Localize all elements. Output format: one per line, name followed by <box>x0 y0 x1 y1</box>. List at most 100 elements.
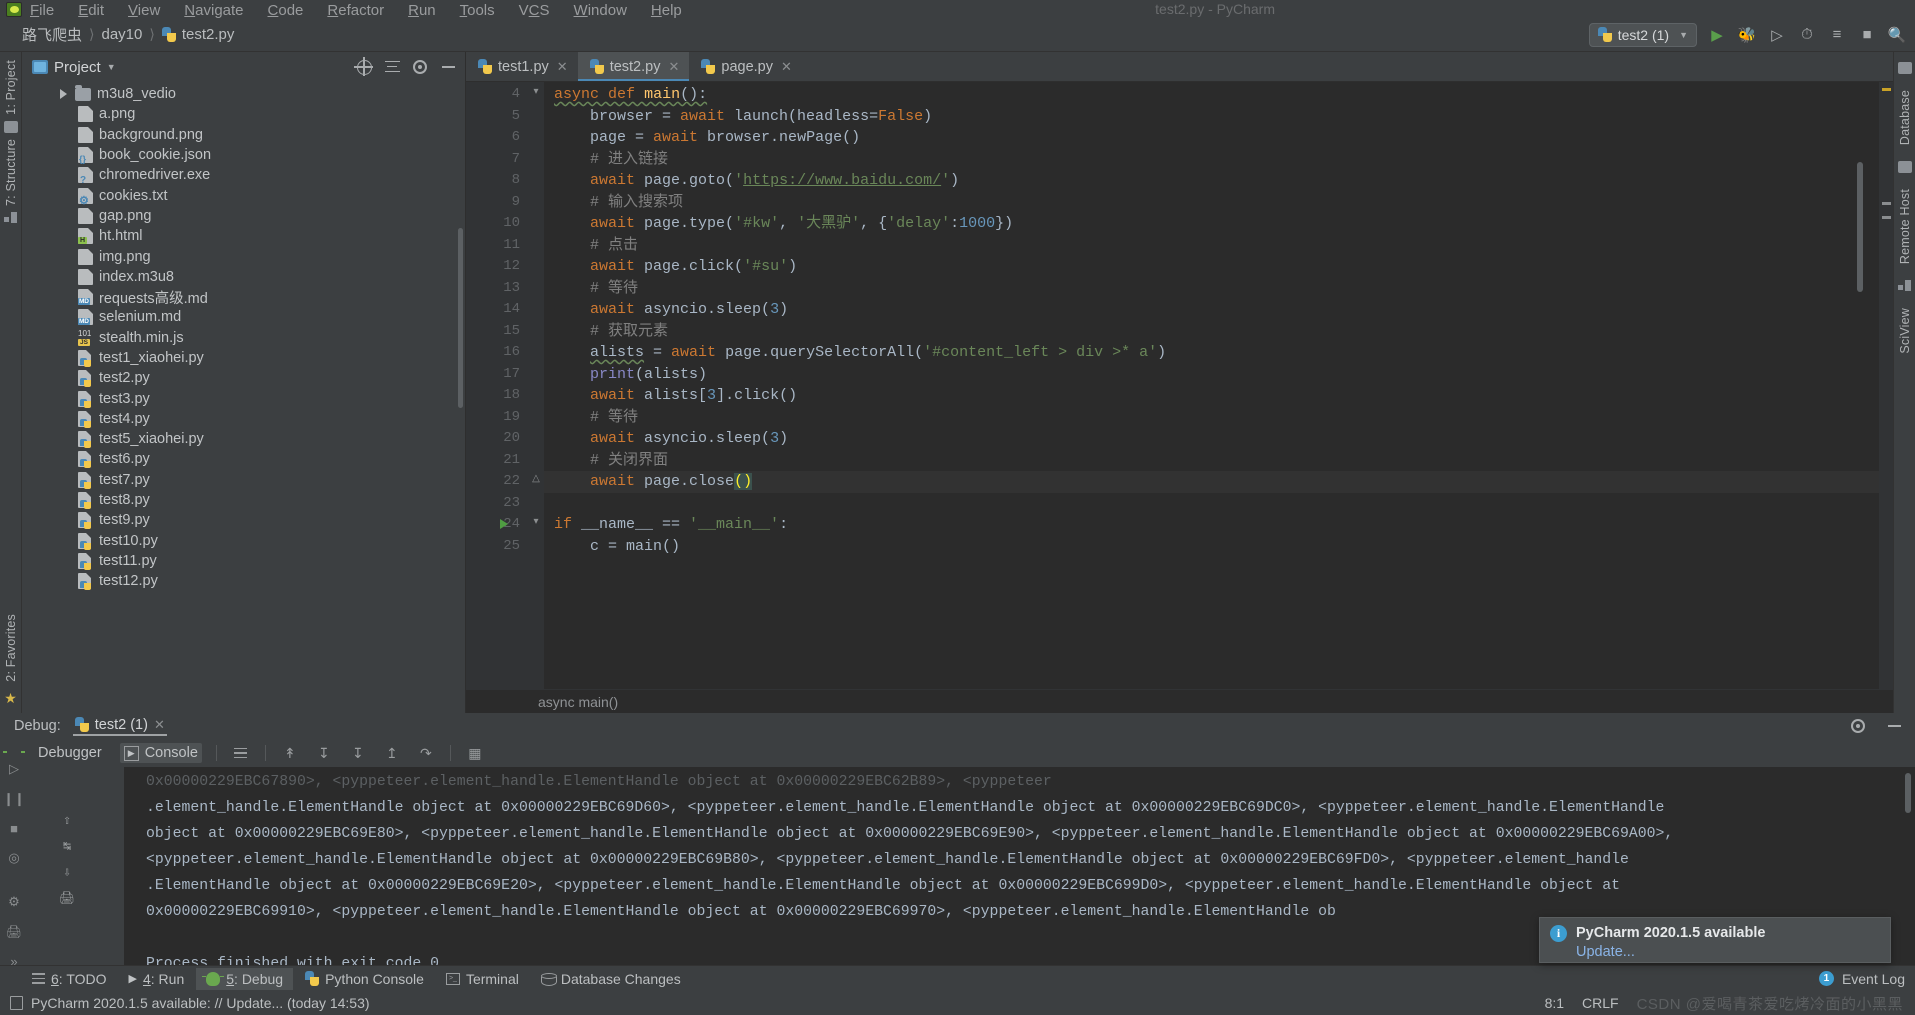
tree-item[interactable]: gap.png <box>22 206 465 226</box>
tree-item[interactable]: test7.py <box>22 470 465 490</box>
attach-process-icon[interactable]: ≡ <box>1827 25 1847 45</box>
event-log-area[interactable]: 1 Event Log <box>1818 971 1905 987</box>
status-message[interactable]: PyCharm 2020.1.5 available: // Update...… <box>31 995 370 1011</box>
fold-marker-icon[interactable]: △ <box>531 473 541 484</box>
stop-program-icon[interactable]: ■ <box>10 821 18 836</box>
caret-position[interactable]: 8:1 <box>1545 995 1564 1011</box>
debug-tab[interactable]: Debugger <box>34 743 106 763</box>
tree-item[interactable]: test12.py <box>22 571 465 591</box>
coverage-icon[interactable]: ▷ <box>1767 25 1787 45</box>
line-number[interactable]: 19 <box>466 407 528 429</box>
line-number[interactable]: 16 <box>466 342 528 364</box>
tree-scrollbar[interactable] <box>458 228 463 408</box>
tree-item[interactable]: Hht.html <box>22 226 465 246</box>
code-folding-column[interactable]: ▾ △ ▾ <box>528 82 544 689</box>
pause-program-icon[interactable]: ❙❙ <box>3 791 25 807</box>
editor-breadcrumb[interactable]: async main() <box>466 689 1893 713</box>
tree-item[interactable]: {} book_cookie.json <box>22 145 465 165</box>
print-icon[interactable]: 🖨 <box>6 924 23 940</box>
line-number[interactable]: 25 <box>466 536 528 558</box>
step-out-icon[interactable]: ↥ <box>382 743 402 763</box>
tool-window-button[interactable]: Database Changes <box>531 968 691 990</box>
sidebar-item-project[interactable]: 1: Project <box>4 60 18 115</box>
tree-item[interactable]: test11.py <box>22 551 465 571</box>
hide-panel-icon[interactable] <box>437 56 459 78</box>
update-notification-balloon[interactable]: i PyCharm 2020.1.5 available Update... <box>1539 917 1891 963</box>
scroll-from-source-icon[interactable] <box>353 56 375 78</box>
line-number[interactable]: 22 <box>466 471 528 493</box>
run-icon[interactable]: ▶ <box>1707 25 1727 45</box>
line-number[interactable]: 9 <box>466 192 528 214</box>
code-line[interactable]: async def main(): <box>544 84 1879 106</box>
run-to-cursor-icon[interactable]: ↷ <box>416 743 436 763</box>
menu-item-file[interactable]: File <box>30 3 54 18</box>
info-marker[interactable] <box>1882 202 1891 205</box>
sidebar-item-database[interactable]: Database <box>1898 90 1912 145</box>
code-line[interactable]: # 输入搜索项 <box>544 192 1879 214</box>
line-number[interactable]: 17 <box>466 364 528 386</box>
line-number[interactable]: 12 <box>466 256 528 278</box>
code-line[interactable]: await page.type('#kw', '大黑驴', {'delay':1… <box>544 213 1879 235</box>
warning-marker[interactable] <box>1882 88 1891 91</box>
settings-gear-icon[interactable] <box>1847 715 1869 737</box>
editor-tab[interactable]: test1.py ✕ <box>466 52 578 81</box>
menu-item-edit[interactable]: Edit <box>78 3 104 18</box>
close-icon[interactable]: ✕ <box>154 717 165 733</box>
debug-session-tab[interactable]: test2 (1) ✕ <box>71 717 173 736</box>
line-number[interactable]: 18 <box>466 385 528 407</box>
print-output-icon[interactable]: 🖨 <box>58 889 76 907</box>
close-icon[interactable]: ✕ <box>781 59 792 75</box>
error-marker-column[interactable] <box>1879 82 1893 689</box>
resume-program-icon[interactable]: ▷ <box>9 761 19 777</box>
soft-wrap-toggle-icon[interactable]: ↹ <box>58 837 76 855</box>
tree-item[interactable]: test1_xiaohei.py <box>22 348 465 368</box>
menu-item-navigate[interactable]: Navigate <box>184 3 243 18</box>
close-icon[interactable]: ✕ <box>557 59 568 75</box>
tree-item[interactable]: test6.py <box>22 449 465 469</box>
code-line[interactable]: # 等待 <box>544 278 1879 300</box>
force-step-into-icon[interactable]: ↧ <box>348 743 368 763</box>
step-into-icon[interactable]: ↧ <box>314 743 334 763</box>
tree-item[interactable]: test10.py <box>22 531 465 551</box>
menu-item-refactor[interactable]: Refactor <box>327 3 384 18</box>
console-scrollbar[interactable] <box>1905 773 1911 813</box>
close-icon[interactable]: ✕ <box>668 59 679 75</box>
tree-item[interactable]: test2.py <box>22 368 465 388</box>
chevron-down-icon[interactable]: ▼ <box>107 62 116 72</box>
tool-window-button[interactable]: 6: TODO <box>22 968 117 990</box>
debug-icon[interactable]: 🐝 <box>1737 25 1757 45</box>
code-line[interactable]: # 获取元素 <box>544 321 1879 343</box>
tree-item[interactable]: MD selenium.md <box>22 307 465 327</box>
line-number[interactable]: 21 <box>466 450 528 472</box>
code-line[interactable]: # 进入链接 <box>544 149 1879 171</box>
tree-item[interactable]: test5_xiaohei.py <box>22 429 465 449</box>
code-line[interactable]: page = await browser.newPage() <box>544 127 1879 149</box>
menu-item-view[interactable]: View <box>128 3 160 18</box>
scroll-down-icon[interactable]: ⇩ <box>58 863 76 881</box>
editor-scrollbar[interactable] <box>1857 162 1863 292</box>
tool-window-button[interactable]: 5: Debug <box>196 967 294 990</box>
line-number[interactable]: 23 <box>466 493 528 515</box>
tree-item[interactable]: ⚙ cookies.txt <box>22 185 465 206</box>
sidebar-item-remote-host[interactable]: Remote Host <box>1898 189 1912 264</box>
search-icon[interactable]: 🔍 <box>1887 25 1907 45</box>
menu-item-window[interactable]: Window <box>574 3 627 18</box>
collapse-all-icon[interactable] <box>381 56 403 78</box>
code-line[interactable] <box>544 493 1879 515</box>
project-file-tree[interactable]: m3u8_vedio a.png background.png {} book_cook… <box>22 82 465 713</box>
tool-window-button[interactable]: >_ Terminal <box>436 968 529 990</box>
info-marker[interactable] <box>1882 216 1891 219</box>
line-number[interactable]: 6 <box>466 127 528 149</box>
profile-icon[interactable]: ⏱ <box>1797 25 1817 45</box>
debug-tab[interactable]: ▶ Console <box>119 743 202 763</box>
code-line[interactable]: browser = await launch(headless=False) <box>544 106 1879 128</box>
run-gutter-icon[interactable] <box>500 519 508 529</box>
hide-panel-icon[interactable] <box>1883 715 1905 737</box>
code-line[interactable]: await page.close() <box>544 471 1879 493</box>
line-number[interactable]: 8 <box>466 170 528 192</box>
code-line[interactable]: # 点击 <box>544 235 1879 257</box>
code-line[interactable]: # 关闭界面 <box>544 450 1879 472</box>
step-over-icon[interactable]: ↟ <box>280 743 300 763</box>
code-text[interactable]: async def main(): browser = await launch… <box>544 82 1879 689</box>
line-number[interactable]: 20 <box>466 428 528 450</box>
